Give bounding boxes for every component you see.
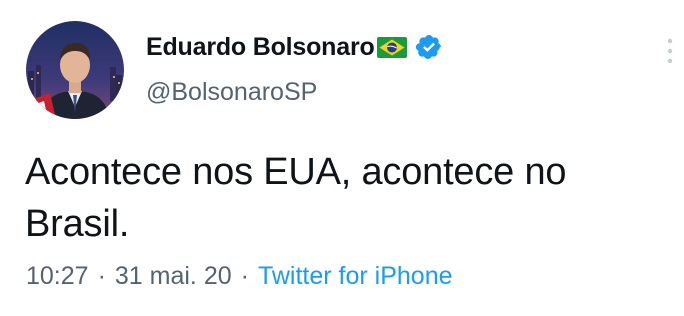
meta-separator: ·: [97, 262, 106, 290]
avatar-image: [26, 21, 124, 119]
author-handle[interactable]: @BolsonaroSP: [146, 78, 317, 107]
author-display-name[interactable]: Eduardo Bolsonaro: [146, 33, 375, 62]
author-name-row[interactable]: Eduardo Bolsonaro: [146, 30, 443, 64]
tweet-card: Eduardo Bolsonaro @BolsonaroSP Acontece …: [0, 0, 684, 316]
avatar[interactable]: [26, 21, 124, 119]
tweet-source-link[interactable]: Twitter for iPhone: [258, 262, 453, 291]
tweet-meta: 10:27 · 31 mai. 20 · Twitter for iPhone: [26, 262, 453, 291]
verified-badge-icon: [415, 33, 443, 61]
tweet-time[interactable]: 10:27: [26, 262, 89, 291]
meta-separator: ·: [240, 262, 249, 290]
more-vertical-icon[interactable]: [664, 36, 676, 66]
tweet-text: Acontece nos EUA, acontece no Brasil.: [25, 151, 567, 245]
brazil-flag-icon: [376, 36, 407, 58]
tweet-date[interactable]: 31 mai. 20: [115, 262, 232, 291]
